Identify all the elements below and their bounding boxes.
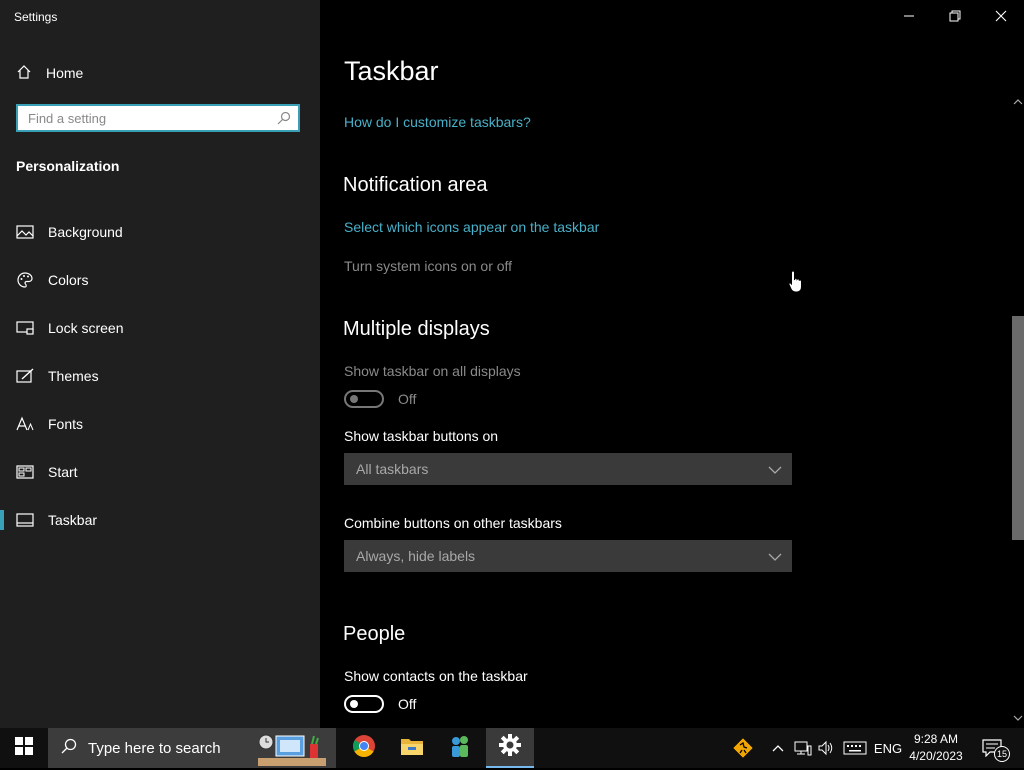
- restore-button[interactable]: [932, 0, 978, 32]
- search-icon[interactable]: [276, 110, 292, 131]
- gear-icon: [499, 733, 521, 761]
- toggle-state-label: Off: [398, 696, 417, 712]
- sidebar-item-taskbar[interactable]: Taskbar: [0, 496, 320, 544]
- notification-count-badge: 15: [994, 746, 1010, 762]
- multiple-displays-heading: Multiple displays: [343, 318, 490, 340]
- sidebar-item-lock-screen[interactable]: Lock screen: [0, 304, 320, 352]
- home-nav-item[interactable]: Home: [16, 62, 296, 84]
- scroll-down-icon[interactable]: [1012, 714, 1024, 726]
- show-all-displays-toggle[interactable]: Off: [344, 390, 416, 408]
- sidebar-item-label: Fonts: [48, 416, 84, 432]
- buttons-on-label: Show taskbar buttons on: [344, 428, 499, 444]
- people-heading: People: [343, 623, 406, 645]
- start-button[interactable]: [0, 728, 48, 768]
- start-icon: [16, 463, 34, 481]
- sidebar-item-label: Background: [48, 224, 123, 240]
- system-icons-link[interactable]: Turn system icons on or off: [344, 258, 512, 274]
- taskbar-search-placeholder: Type here to search: [88, 739, 221, 757]
- brush-icon: [16, 367, 34, 385]
- chevron-down-icon: [768, 462, 782, 478]
- people-app-taskbar-button[interactable]: [436, 728, 484, 768]
- toggle-state-label: Off: [398, 391, 417, 407]
- chevron-down-icon: [768, 549, 782, 565]
- clock-time: 9:28 AM: [913, 732, 959, 746]
- combine-buttons-label: Combine buttons on other taskbars: [344, 515, 562, 531]
- taskbar-icon: [16, 511, 34, 529]
- show-all-displays-label: Show taskbar on all displays: [344, 363, 521, 379]
- notification-area-heading: Notification area: [343, 174, 488, 196]
- window-controls: [886, 0, 1024, 32]
- language-indicator[interactable]: ENG: [872, 728, 904, 768]
- scrollbar[interactable]: [1008, 96, 1024, 728]
- combine-buttons-dropdown[interactable]: Always, hide labels: [344, 540, 792, 572]
- search-highlight-illustration-icon: [254, 732, 330, 770]
- sidebar-item-label: Taskbar: [48, 512, 98, 528]
- sidebar: Settings Home Personalization Background…: [0, 0, 320, 728]
- dropdown-value: Always, hide labels: [356, 548, 476, 564]
- scrollbar-thumb[interactable]: [1012, 316, 1024, 540]
- taskbar-clock[interactable]: 9:28 AM 4/20/2023: [906, 731, 966, 765]
- dropdown-value: All taskbars: [356, 461, 429, 477]
- help-link[interactable]: How do I customize taskbars?: [344, 114, 531, 130]
- chevron-up-icon[interactable]: [768, 728, 788, 768]
- buttons-on-dropdown[interactable]: All taskbars: [344, 453, 792, 485]
- sidebar-item-colors[interactable]: Colors: [0, 256, 320, 304]
- sidebar-item-label: Lock screen: [48, 320, 124, 336]
- action-center-button[interactable]: 15: [976, 728, 1012, 768]
- main-content: Taskbar How do I customize taskbars? Not…: [320, 0, 1024, 728]
- taskbar-search-box[interactable]: Type here to search: [48, 728, 336, 768]
- scroll-up-icon[interactable]: [1012, 98, 1024, 110]
- file-explorer-taskbar-button[interactable]: [388, 728, 436, 768]
- taskbar: Type here to search ENG 9:28 AM 4/20/202…: [0, 728, 1024, 768]
- show-contacts-label: Show contacts on the taskbar: [344, 668, 528, 684]
- picture-icon: [16, 223, 34, 241]
- app-title: Settings: [14, 10, 58, 24]
- sidebar-item-background[interactable]: Background: [0, 208, 320, 256]
- minimize-button[interactable]: [886, 0, 932, 32]
- sidebar-item-themes[interactable]: Themes: [0, 352, 320, 400]
- volume-icon[interactable]: [816, 728, 836, 768]
- toggle-track[interactable]: [344, 390, 384, 408]
- people-app-icon: [448, 734, 472, 763]
- sidebar-item-start[interactable]: Start: [0, 448, 320, 496]
- section-title: Personalization: [16, 158, 120, 174]
- font-icon: [16, 415, 34, 433]
- tray-app-icon[interactable]: [728, 728, 758, 768]
- toggle-track[interactable]: [344, 695, 384, 713]
- sidebar-item-fonts[interactable]: Fonts: [0, 400, 320, 448]
- chrome-icon: [352, 734, 376, 763]
- keyboard-icon[interactable]: [840, 728, 870, 768]
- close-button[interactable]: [978, 0, 1024, 32]
- show-contacts-toggle[interactable]: Off: [344, 695, 416, 713]
- settings-search-input[interactable]: [18, 106, 278, 130]
- settings-taskbar-button[interactable]: [486, 728, 534, 768]
- hand-cursor-icon: [788, 270, 804, 299]
- folder-icon: [400, 735, 424, 762]
- sidebar-item-label: Themes: [48, 368, 99, 384]
- network-icon[interactable]: [792, 728, 814, 768]
- chrome-taskbar-button[interactable]: [340, 728, 388, 768]
- toggle-knob: [350, 700, 358, 708]
- page-title: Taskbar: [344, 56, 439, 86]
- sidebar-nav: Background Colors Lock screen Themes Fon…: [0, 208, 320, 544]
- select-icons-link[interactable]: Select which icons appear on the taskbar: [344, 219, 599, 235]
- monitor-icon: [16, 319, 34, 337]
- sidebar-item-label: Start: [48, 464, 78, 480]
- toggle-knob: [350, 395, 358, 403]
- clock-date: 4/20/2023: [909, 749, 963, 763]
- notification-icon: 15: [982, 737, 1010, 762]
- windows-logo-icon: [15, 736, 33, 760]
- search-icon: [60, 737, 78, 759]
- palette-icon: [16, 271, 34, 289]
- home-icon: [16, 64, 32, 83]
- home-label: Home: [46, 65, 84, 81]
- settings-search-box[interactable]: [16, 104, 300, 132]
- sidebar-item-label: Colors: [48, 272, 89, 288]
